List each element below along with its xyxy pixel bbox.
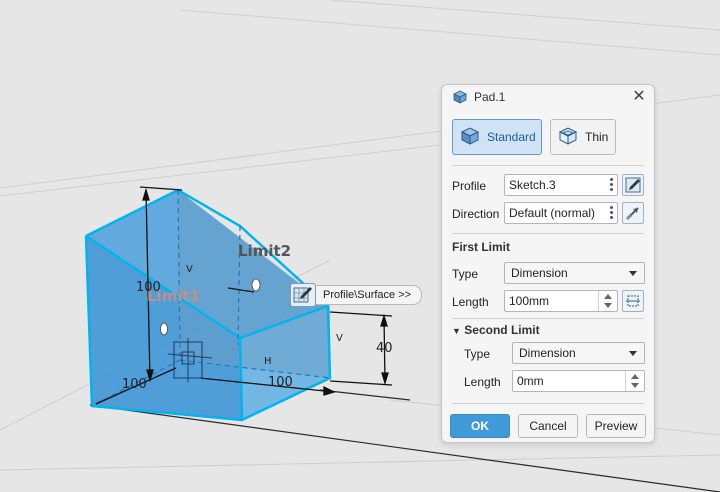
second-limit-title[interactable]: ▼ Second Limit bbox=[452, 323, 540, 337]
left-width-dimension-label: 100 bbox=[122, 377, 147, 392]
divider bbox=[452, 233, 644, 234]
limit2-label[interactable]: Limit2 bbox=[238, 242, 291, 260]
pad-dialog: Pad.1 ✕ Standard Thin Profile Sketch.3 D… bbox=[441, 84, 655, 443]
second-limit-length-input[interactable]: 0mm bbox=[512, 370, 645, 392]
sketch-pencil-icon[interactable] bbox=[290, 283, 316, 307]
second-limit-length-label: Length bbox=[464, 375, 501, 389]
measure-icon[interactable] bbox=[622, 290, 644, 312]
vertical-constraint-mark: V bbox=[336, 333, 343, 344]
preview-button[interactable]: Preview bbox=[586, 414, 646, 438]
standard-mode-button[interactable]: Standard bbox=[452, 119, 542, 155]
direction-value: Default (normal) bbox=[509, 206, 596, 220]
first-limit-length-value: 100mm bbox=[509, 294, 550, 308]
vertical-constraint-mark: V bbox=[186, 264, 193, 275]
direction-field[interactable]: Default (normal) bbox=[504, 202, 618, 224]
chevron-down-icon bbox=[629, 351, 637, 356]
ok-button[interactable]: OK bbox=[450, 414, 510, 438]
length-stepper[interactable] bbox=[598, 291, 617, 311]
standard-mode-label: Standard bbox=[487, 130, 536, 144]
thin-mode-label: Thin bbox=[585, 130, 609, 144]
solid-pad-icon bbox=[459, 125, 481, 150]
right-width-dimension-label: 100 bbox=[268, 375, 293, 390]
depth-40-dimension-label: 40 bbox=[376, 341, 393, 356]
height-dimension-label: 100 bbox=[136, 280, 161, 295]
divider bbox=[452, 318, 644, 319]
more-options-icon[interactable] bbox=[610, 178, 613, 193]
collapse-triangle-icon[interactable]: ▼ bbox=[452, 326, 461, 336]
first-limit-title: First Limit bbox=[452, 240, 511, 254]
first-limit-type-value: Dimension bbox=[511, 266, 568, 280]
divider bbox=[452, 165, 644, 166]
profile-field[interactable]: Sketch.3 bbox=[504, 174, 618, 196]
direction-arrow-icon[interactable] bbox=[622, 202, 644, 224]
pad-icon bbox=[452, 90, 468, 104]
chevron-down-icon bbox=[629, 271, 637, 276]
second-limit-length-value: 0mm bbox=[517, 374, 544, 388]
direction-label: Direction bbox=[452, 207, 500, 221]
dialog-title-bar[interactable]: Pad.1 ✕ bbox=[442, 85, 654, 109]
divider bbox=[452, 403, 644, 404]
thin-mode-button[interactable]: Thin bbox=[550, 119, 616, 155]
profile-label: Profile bbox=[452, 179, 487, 193]
length-stepper[interactable] bbox=[625, 371, 644, 391]
first-limit-length-input[interactable]: 100mm bbox=[504, 290, 618, 312]
second-limit-title-text: Second Limit bbox=[464, 323, 540, 337]
profile-surface-button[interactable]: Profile\Surface >> bbox=[313, 285, 423, 305]
second-limit-type-label: Type bbox=[464, 347, 491, 361]
cancel-button[interactable]: Cancel bbox=[518, 414, 578, 438]
horizontal-constraint-mark: H bbox=[264, 356, 272, 367]
profile-value: Sketch.3 bbox=[509, 178, 556, 192]
first-limit-length-label: Length bbox=[452, 295, 489, 309]
close-icon[interactable]: ✕ bbox=[630, 88, 648, 106]
second-limit-type-value: Dimension bbox=[519, 346, 576, 360]
thin-pad-icon bbox=[557, 125, 579, 150]
second-limit-type-select[interactable]: Dimension bbox=[512, 342, 645, 364]
dialog-title: Pad.1 bbox=[474, 90, 506, 104]
edit-sketch-icon[interactable] bbox=[622, 174, 644, 196]
first-limit-type-label: Type bbox=[452, 267, 479, 281]
more-options-icon[interactable] bbox=[610, 206, 613, 221]
profile-surface-hint[interactable]: Profile\Surface >> bbox=[290, 283, 436, 307]
first-limit-type-select[interactable]: Dimension bbox=[504, 262, 645, 284]
